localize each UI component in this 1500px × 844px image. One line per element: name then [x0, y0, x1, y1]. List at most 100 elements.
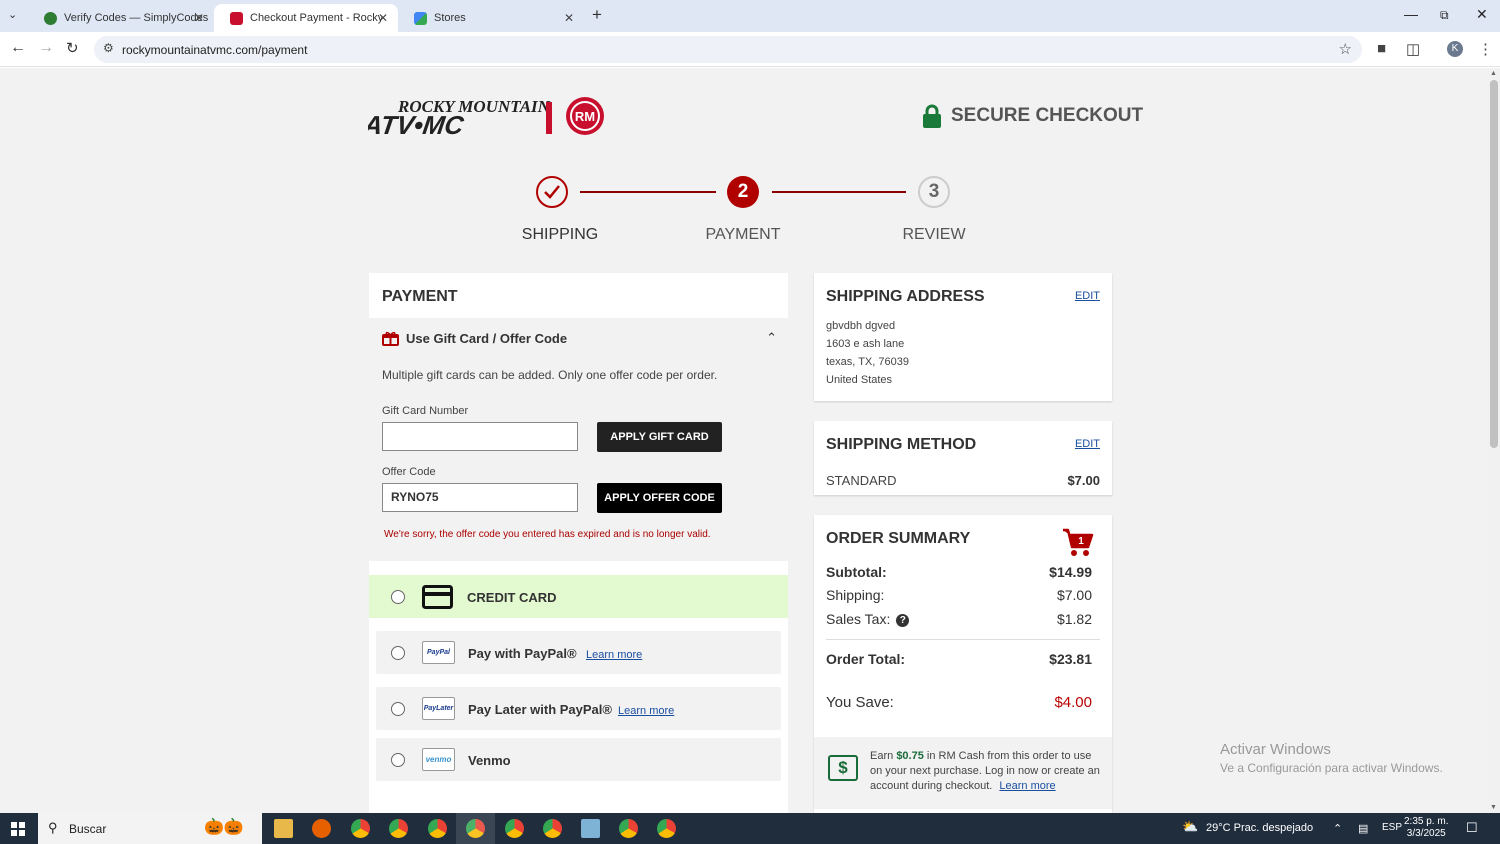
tab-stores[interactable]: Stores ✕ [398, 4, 584, 32]
close-tab-icon[interactable]: ✕ [378, 11, 388, 25]
gift-card-number-input[interactable] [382, 422, 578, 451]
scroll-down-arrow-icon[interactable]: ▼ [1490, 804, 1497, 811]
payment-option-venmo[interactable]: venmo Venmo [376, 738, 781, 781]
logo-atvmc-text: ATV•MC [368, 110, 467, 140]
paypal-radio[interactable] [391, 646, 405, 660]
extensions-icon[interactable]: ◫ [1406, 40, 1420, 58]
paypal-later-learn-more-link[interactable]: Learn more [618, 705, 674, 717]
address-line: gbvdbh dgved [826, 320, 896, 332]
chrome-profile-icon[interactable] [505, 819, 524, 838]
payment-option-paypal[interactable]: PayPal Pay with PayPal® Learn more [376, 631, 781, 674]
language-indicator[interactable]: ESP [1382, 822, 1402, 833]
venmo-radio[interactable] [391, 753, 405, 767]
taskbar-search[interactable]: ⚲ Buscar 🎃🎃 [38, 813, 262, 844]
chrome-icon[interactable] [351, 819, 370, 838]
minimize-icon[interactable]: — [1404, 6, 1418, 22]
subtotal-label: Subtotal: [826, 564, 887, 580]
order-total-row: Order Total: $23.81 [826, 651, 1092, 667]
payment-option-paypal-later[interactable]: PayLater Pay Later with PayPal® Learn mo… [376, 687, 781, 730]
notifications-icon[interactable]: ☐ [1466, 820, 1478, 836]
address-line: texas, TX, 76039 [826, 356, 909, 368]
gift-card-section: Use Gift Card / Offer Code ⌃ Multiple gi… [369, 318, 788, 561]
search-icon: ⚲ [48, 820, 58, 835]
shipping-address-title: SHIPPING ADDRESS [826, 288, 985, 305]
stores-favicon-icon [414, 11, 427, 25]
step-shipping-check-icon[interactable] [536, 176, 568, 208]
rm-cash-learn-more-link[interactable]: Learn more [999, 780, 1055, 792]
tab-simplycodes[interactable]: Verify Codes — SimplyCodes ✕ [28, 4, 214, 32]
page-scrollbar[interactable]: ▲ ▼ [1488, 68, 1500, 813]
site-info-icon[interactable]: ⚙ [103, 41, 114, 55]
scroll-up-arrow-icon[interactable]: ▲ [1490, 70, 1497, 77]
tab-search-chevron-icon[interactable]: ⌄ [8, 8, 17, 21]
apply-offer-code-button[interactable]: APPLY OFFER CODE [597, 483, 722, 513]
apply-gift-card-button[interactable]: APPLY GIFT CARD [597, 422, 722, 452]
new-tab-plus-icon[interactable]: + [592, 5, 602, 25]
edit-address-link[interactable]: EDIT [1075, 290, 1100, 302]
step-shipping-label[interactable]: SHIPPING [495, 226, 625, 244]
window-close-icon[interactable]: ✕ [1476, 6, 1488, 23]
sales-tax-label: Sales Tax: [826, 611, 891, 627]
notepad-icon[interactable] [581, 819, 600, 838]
clock-time: 2:35 p. m. [1404, 816, 1449, 827]
shipping-method-card: SHIPPING METHOD EDIT STANDARD $7.00 [814, 421, 1112, 495]
activation-title: Activar Windows [1220, 741, 1331, 758]
browser-menu-icon[interactable]: ⋮ [1478, 40, 1493, 58]
firefox-icon[interactable] [312, 819, 331, 838]
rocky-mountain-logo[interactable]: ROCKY MOUNTAIN ATV•MC RM [361, 96, 608, 140]
close-tab-icon[interactable]: ✕ [564, 11, 574, 25]
chrome-profile-icon[interactable] [543, 819, 562, 838]
shipping-address-card: SHIPPING ADDRESS EDIT gbvdbh dgved 1603 … [814, 273, 1112, 401]
chrome-active-icon[interactable] [456, 813, 495, 844]
system-clock[interactable]: 2:35 p. m. 3/3/2025 [1404, 816, 1448, 840]
paypal-learn-more-link[interactable]: Learn more [586, 649, 642, 661]
reload-icon[interactable]: ↻ [66, 39, 79, 57]
sales-tax-row: Sales Tax:? $1.82 [826, 611, 1092, 627]
cart-icon[interactable]: 1 [1062, 527, 1094, 557]
extension-puzzle-alt-icon[interactable]: ■ [1377, 40, 1386, 57]
windows-start-icon[interactable] [11, 822, 25, 836]
chrome-profile-icon[interactable] [657, 819, 676, 838]
scrollbar-thumb[interactable] [1490, 80, 1498, 448]
lock-icon [923, 104, 941, 128]
payment-title: PAYMENT [382, 288, 458, 305]
paypal-later-radio[interactable] [391, 702, 405, 716]
bookmark-star-icon[interactable]: ☆ [1339, 40, 1352, 58]
credit-card-icon [422, 585, 453, 609]
chrome-profile-icon[interactable] [389, 819, 408, 838]
secure-checkout-label: SECURE CHECKOUT [951, 105, 1144, 126]
gift-card-toggle[interactable]: Use Gift Card / Offer Code [382, 331, 567, 346]
network-icon[interactable]: ▤ [1358, 822, 1368, 835]
profile-avatar[interactable]: K [1447, 41, 1463, 57]
weather-text[interactable]: 29°C Prac. despejado [1206, 822, 1313, 834]
tab-strip: ⌄ Verify Codes — SimplyCodes ✕ Checkout … [0, 0, 1500, 32]
step-review-number: 3 [918, 176, 950, 208]
back-arrow-icon[interactable]: ← [10, 39, 26, 57]
checkout-progress: 2 3 SHIPPING PAYMENT REVIEW [500, 174, 990, 254]
forward-arrow-icon[interactable]: → [38, 39, 54, 57]
subtotal-row: Subtotal: $14.99 [826, 564, 1092, 580]
tray-chevron-up-icon[interactable]: ⌃ [1333, 822, 1342, 835]
payment-option-credit-card[interactable]: CREDIT CARD [369, 575, 788, 618]
file-explorer-icon[interactable] [274, 819, 293, 838]
collapse-chevron-up-icon[interactable]: ⌃ [766, 330, 777, 346]
you-save-value: $4.00 [1054, 694, 1092, 711]
tab-checkout-payment[interactable]: Checkout Payment - Rocky Mou ✕ [214, 4, 398, 32]
step-payment-number: 2 [727, 176, 759, 208]
help-icon[interactable]: ? [896, 614, 910, 627]
address-bar[interactable]: ⚙ rockymountainatvmc.com/payment ☆ [94, 36, 1362, 63]
edit-shipping-method-link[interactable]: EDIT [1075, 438, 1100, 450]
credit-card-radio[interactable] [391, 590, 405, 604]
offer-code-input[interactable]: RYNO75 [382, 483, 578, 512]
credit-card-label: CREDIT CARD [467, 590, 557, 605]
rm-cash-promo: $ Earn $0.75 in RM Cash from this order … [814, 737, 1112, 809]
chrome-profile-icon[interactable] [619, 819, 638, 838]
tab-title: Verify Codes — SimplyCodes [64, 12, 209, 24]
url-text[interactable]: rockymountainatvmc.com/payment [122, 43, 307, 57]
paypal-label: Pay with PayPal® [468, 646, 577, 661]
restore-icon[interactable]: ⧉ [1440, 8, 1449, 23]
weather-icon[interactable]: ⛅ [1182, 819, 1198, 835]
close-tab-icon[interactable]: ✕ [194, 11, 204, 25]
windows-activation-watermark: Activar Windows Ve a Configuración para … [1220, 741, 1443, 775]
chrome-profile-icon[interactable] [428, 819, 447, 838]
